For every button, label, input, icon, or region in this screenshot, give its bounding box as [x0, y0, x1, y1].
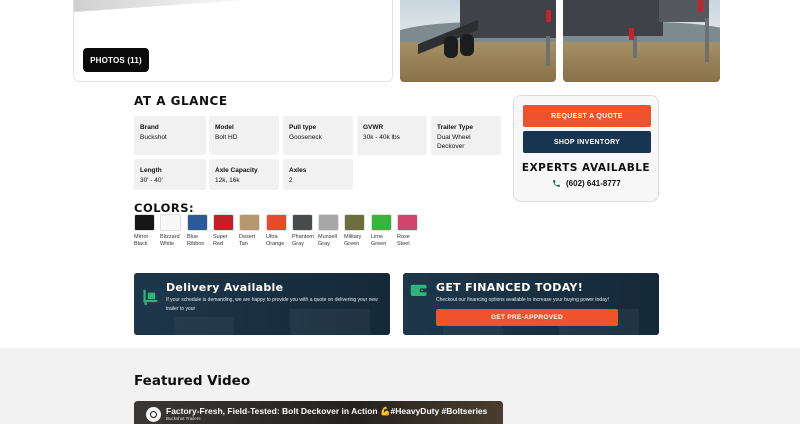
spec-label: Pull type	[289, 124, 317, 131]
hero-image-fragment	[74, 0, 274, 13]
color-swatch-label: Super Red	[213, 234, 228, 247]
color-swatch[interactable]	[213, 214, 234, 231]
color-swatch[interactable]	[239, 214, 260, 231]
color-swatch[interactable]	[371, 214, 392, 231]
contact-card: REQUEST A QUOTE SHOP INVENTORY EXPERTS A…	[513, 95, 659, 202]
video-title-link[interactable]: Factory-Fresh, Field-Tested: Bolt Deckov…	[166, 406, 488, 417]
spec-pull-type: Pull type Gooseneck	[283, 116, 353, 155]
photos-button[interactable]: PHOTOS (11)	[83, 48, 149, 72]
spec-value: Buckshot	[140, 133, 167, 141]
spec-value: 12k, 16k	[215, 176, 240, 184]
channel-logo-icon[interactable]	[146, 407, 161, 422]
request-quote-button[interactable]: REQUEST A QUOTE	[523, 105, 651, 127]
color-swatch[interactable]	[318, 214, 339, 231]
video-player[interactable]: Factory-Fresh, Field-Tested: Bolt Deckov…	[134, 401, 503, 424]
color-swatch[interactable]	[160, 214, 181, 231]
color-swatch-label: Rose Steel	[397, 234, 410, 247]
colors-heading: COLORS:	[134, 201, 195, 215]
color-swatch-label: Desert Tan	[239, 234, 256, 247]
spec-label: Trailer Type	[437, 124, 474, 131]
phone-link[interactable]: (602) 641-8777	[552, 179, 621, 188]
hand-truck-icon	[143, 289, 158, 305]
color-swatch-label: Munsell Gray	[318, 234, 337, 247]
spec-value: 30k - 40k lbs	[363, 133, 400, 141]
color-swatch-label: Blue Ribbon	[187, 234, 205, 247]
experts-available-heading: EXPERTS AVAILABLE	[521, 162, 651, 174]
color-swatch-label: Military Green	[344, 234, 362, 247]
spec-value: Gooseneck	[289, 133, 322, 141]
color-swatch-label: Lime Green	[371, 234, 387, 247]
color-swatch-label: Ultra Orange	[266, 234, 285, 247]
color-swatch[interactable]	[134, 214, 155, 231]
trailer-photo-2[interactable]	[563, 0, 720, 82]
featured-video-heading: Featured Video	[134, 373, 251, 389]
color-swatch[interactable]	[266, 214, 287, 231]
spec-trailer-type: Trailer Type Dual Wheel Deckover	[431, 116, 501, 155]
spec-value: 2	[289, 176, 293, 184]
color-swatch[interactable]	[344, 214, 365, 231]
spec-label: GVWR	[363, 124, 384, 131]
delivery-banner[interactable]: Delivery Available If your schedule is d…	[134, 273, 390, 335]
delivery-title: Delivery Available	[166, 281, 284, 294]
spec-length: Length 30' - 40'	[134, 159, 206, 190]
color-swatch[interactable]	[292, 214, 313, 231]
spec-value: 30' - 40'	[140, 176, 163, 184]
spec-label: Axles	[289, 167, 307, 174]
color-swatch-label: Mirror Black	[134, 234, 149, 247]
hero-image-card: PHOTOS (11)	[73, 0, 393, 82]
finance-banner: GET FINANCED TODAY! Checkout our financi…	[403, 273, 659, 335]
spec-label: Axle Capacity	[215, 167, 258, 174]
get-pre-approved-button[interactable]: GET PRE-APPROVED	[436, 309, 618, 326]
spec-label: Brand	[140, 124, 159, 131]
delivery-text: If your schedule is demanding, we are ha…	[166, 297, 378, 312]
finance-text: Checkout our financing options available…	[436, 297, 609, 303]
spec-axles: Axles 2	[283, 159, 353, 190]
shop-inventory-button[interactable]: SHOP INVENTORY	[523, 131, 651, 153]
video-channel-name: Buckshot Trailers	[166, 416, 201, 421]
color-swatch-label: Phantom Gray	[292, 234, 315, 247]
finance-title: GET FINANCED TODAY!	[436, 281, 584, 294]
color-swatch[interactable]	[187, 214, 208, 231]
trailer-photo-1[interactable]	[400, 0, 556, 82]
phone-number: (602) 641-8777	[566, 179, 621, 188]
spec-axle-capacity: Axle Capacity 12k, 16k	[209, 159, 279, 190]
spec-model: Model Bolt HD	[209, 116, 279, 155]
spec-gvwr: GVWR 30k - 40k lbs	[357, 116, 427, 155]
color-swatch[interactable]	[397, 214, 418, 231]
color-swatch-label: Blizzard White	[160, 234, 180, 247]
at-a-glance-heading: AT A GLANCE	[134, 94, 228, 108]
wallet-icon	[410, 284, 428, 296]
spec-brand: Brand Buckshot	[134, 116, 206, 155]
spec-value: Dual Wheel Deckover	[437, 133, 471, 151]
spec-value: Bolt HD	[215, 133, 238, 141]
phone-icon	[553, 180, 560, 187]
spec-label: Model	[215, 124, 234, 131]
spec-label: Length	[140, 167, 162, 174]
